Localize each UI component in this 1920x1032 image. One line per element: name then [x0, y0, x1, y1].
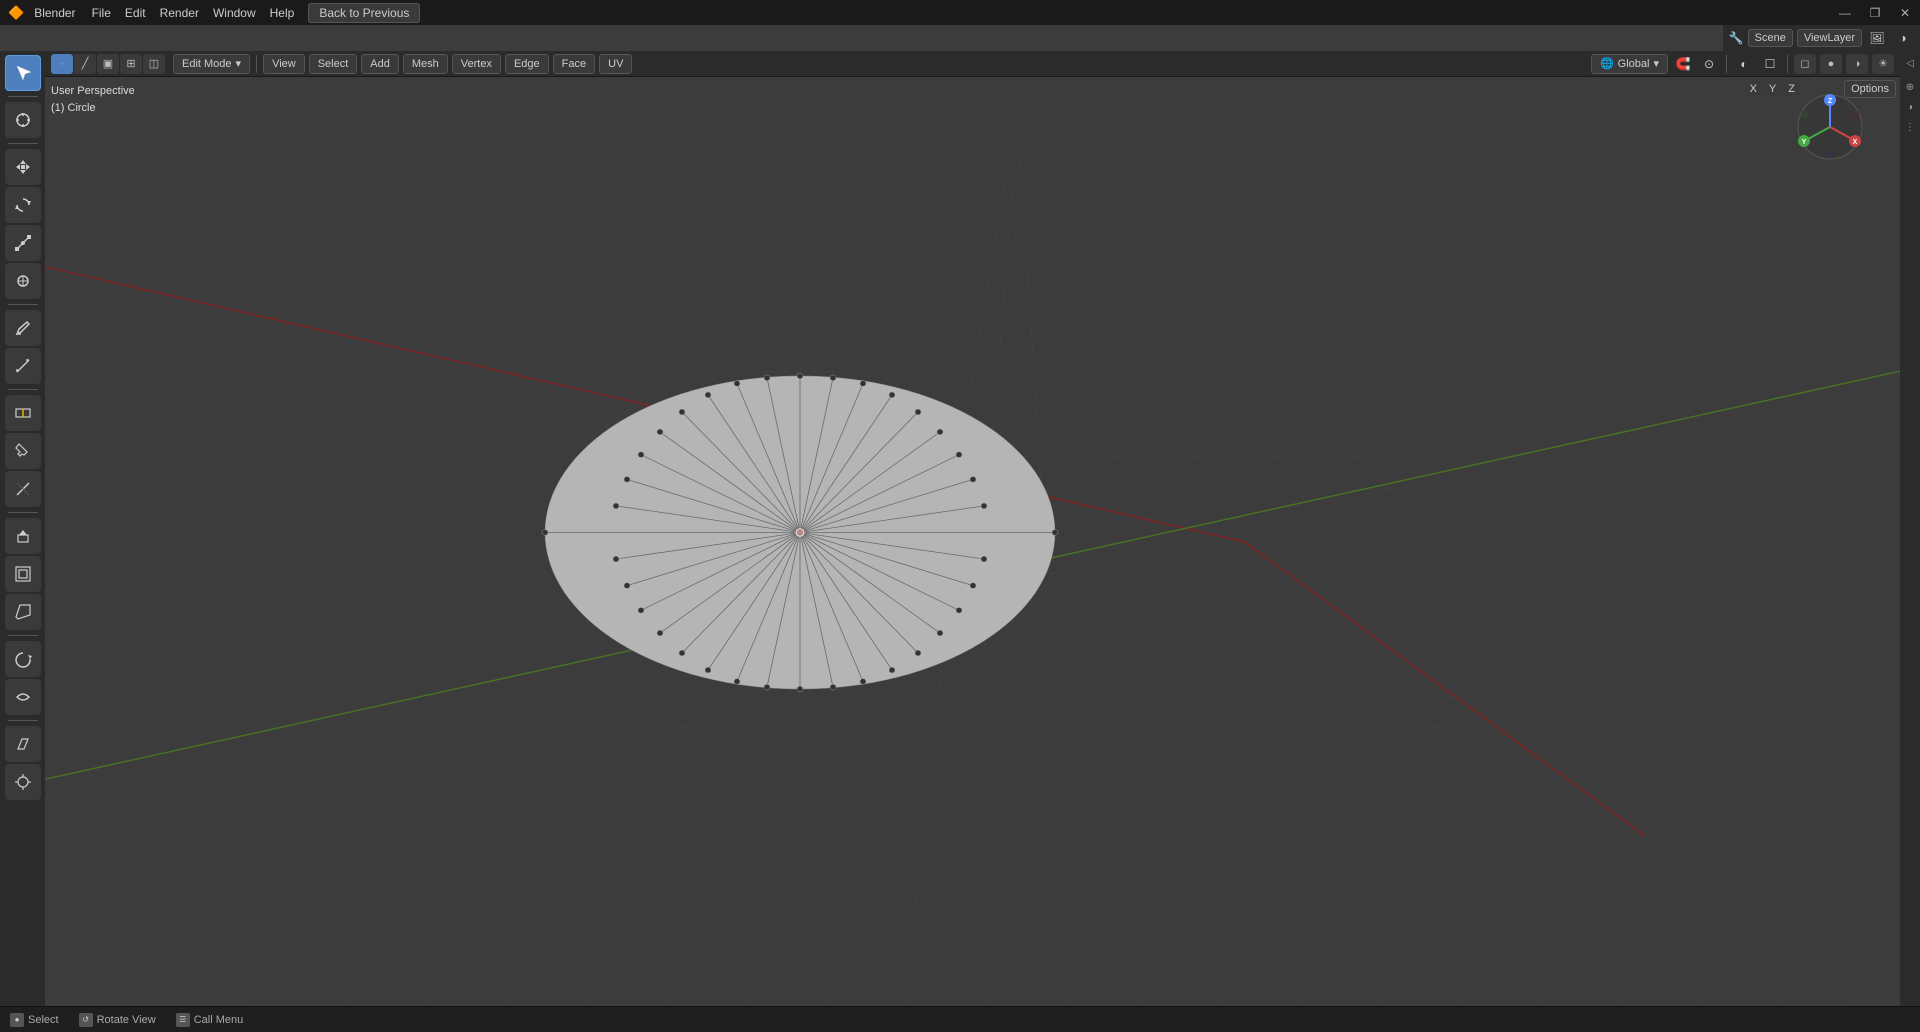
toolbar-left: [0, 51, 45, 1006]
menu-edit[interactable]: Edit: [119, 4, 152, 22]
call-menu-label: Call Menu: [194, 1014, 244, 1026]
topright-bar: 🔧 Scene ViewLayer 🖼 ◑: [1723, 25, 1920, 51]
vertex-menu[interactable]: Vertex: [452, 54, 501, 74]
snap-icon[interactable]: 🧲: [1672, 54, 1694, 74]
mode-icons: · ╱ ▣ ⊞ ◫: [51, 54, 165, 74]
back-to-previous-button[interactable]: Back to Previous: [308, 3, 420, 23]
viewport-header: · ╱ ▣ ⊞ ◫ Edit Mode ▾ View Select Add Me…: [45, 51, 1900, 77]
menu-render[interactable]: Render: [154, 4, 205, 22]
select-label: Select: [28, 1014, 59, 1026]
rotate-label: Rotate View: [97, 1014, 156, 1026]
rp-icon-2[interactable]: ⊕: [1902, 79, 1918, 95]
scale-tool-button[interactable]: [5, 225, 41, 261]
menu-file[interactable]: File: [86, 4, 117, 22]
global-icon: 🌐: [1600, 57, 1614, 70]
transform-orientation[interactable]: 🌐 Global ▾: [1591, 54, 1668, 74]
viewlayer-selector[interactable]: ViewLayer: [1797, 29, 1862, 47]
grid-svg: [45, 77, 1900, 1006]
face-select-mode[interactable]: ▣: [97, 54, 119, 74]
svg-text:X: X: [1853, 139, 1858, 146]
xray-icon[interactable]: ☐: [1759, 54, 1781, 74]
shrink-tool-button[interactable]: [5, 764, 41, 800]
mode-btn5[interactable]: ◫: [143, 54, 165, 74]
menu-help[interactable]: Help: [264, 4, 301, 22]
material-shading[interactable]: ◑: [1846, 54, 1868, 74]
move-tool-button[interactable]: [5, 149, 41, 185]
maximize-button[interactable]: ❐: [1860, 0, 1890, 25]
select-icon: ●: [10, 1013, 24, 1027]
close-button[interactable]: ✕: [1890, 0, 1920, 25]
toolbar-separator-5: [8, 512, 38, 513]
sep2: [1726, 55, 1727, 73]
edit-mode-dropdown[interactable]: Edit Mode ▾: [173, 54, 250, 74]
select-tool-button[interactable]: [5, 55, 41, 91]
edge-menu[interactable]: Edge: [505, 54, 549, 74]
toolbar-separator-4: [8, 389, 38, 390]
transform-tool-button[interactable]: [5, 263, 41, 299]
select-menu[interactable]: Select: [309, 54, 358, 74]
status-select: ● Select: [10, 1013, 59, 1027]
scene-selector[interactable]: Scene: [1748, 29, 1793, 47]
toolbar-separator-7: [8, 720, 38, 721]
minimize-button[interactable]: —: [1830, 0, 1860, 25]
properties-toggle[interactable]: ◁: [1902, 55, 1918, 71]
menu-window[interactable]: Window: [207, 4, 262, 22]
shade-icon-btn[interactable]: ◑: [1892, 28, 1914, 48]
status-bar: ● Select ↺ Rotate View ☰ Call Menu: [0, 1006, 1920, 1032]
rotate-tool-button[interactable]: [5, 187, 41, 223]
menu-icon: ☰: [176, 1013, 190, 1027]
face-menu[interactable]: Face: [553, 54, 595, 74]
y-axis-label[interactable]: Y: [1764, 81, 1781, 97]
rp-icon-3[interactable]: ◑: [1902, 99, 1918, 115]
smooth-tool-button[interactable]: [5, 679, 41, 715]
render-icon-btn[interactable]: 🖼: [1866, 28, 1888, 48]
mode-btn4[interactable]: ⊞: [120, 54, 142, 74]
view-menu[interactable]: View: [263, 54, 305, 74]
edge-select-mode[interactable]: ╱: [74, 54, 96, 74]
dropdown-icon: ▾: [1653, 57, 1659, 70]
rotate-icon: ↺: [79, 1013, 93, 1027]
loop-cut-tool-button[interactable]: [5, 395, 41, 431]
annotate-tool-button[interactable]: [5, 310, 41, 346]
inset-tool-button[interactable]: [5, 556, 41, 592]
proportional-edit-icon[interactable]: ⊙: [1698, 54, 1720, 74]
engine-icon: 🔧: [1729, 31, 1744, 45]
bevel-tool-button[interactable]: [5, 594, 41, 630]
knife-tool-button[interactable]: [5, 433, 41, 469]
vertex-select-mode[interactable]: ·: [51, 54, 73, 74]
shear-tool-button[interactable]: [5, 726, 41, 762]
solid-shading[interactable]: ●: [1820, 54, 1842, 74]
mesh-menu[interactable]: Mesh: [403, 54, 448, 74]
toolbar-separator-2: [8, 143, 38, 144]
sep3: [1787, 55, 1788, 73]
title-bar: 🔶 Blender File Edit Render Window Help B…: [0, 0, 1920, 25]
measure-tool-button[interactable]: [5, 348, 41, 384]
bisect-tool-button[interactable]: [5, 471, 41, 507]
add-menu[interactable]: Add: [361, 54, 399, 74]
canvas-area[interactable]: User Perspective (1) Circle Z X Y Optio: [45, 77, 1900, 1006]
status-rotate: ↺ Rotate View: [79, 1013, 156, 1027]
toolbar-separator-6: [8, 635, 38, 636]
x-axis-label[interactable]: X: [1745, 81, 1762, 97]
blender-logo: 🔶: [8, 5, 24, 21]
uv-menu[interactable]: UV: [599, 54, 632, 74]
right-panel: ◁ ⊕ ◑ ⋮: [1900, 51, 1920, 1006]
svg-text:Z: Z: [1828, 98, 1833, 105]
toolbar-separator-1: [8, 96, 38, 97]
wireframe-shading[interactable]: ◻: [1794, 54, 1816, 74]
toolbar-separator-3: [8, 304, 38, 305]
separator: [256, 55, 257, 73]
title-text: Blender: [34, 6, 75, 20]
svg-text:Y: Y: [1802, 139, 1807, 146]
window-controls: — ❐ ✕: [1830, 0, 1920, 25]
extrude-tool-button[interactable]: [5, 518, 41, 554]
rendered-shading[interactable]: ☀: [1872, 54, 1894, 74]
spin-tool-button[interactable]: [5, 641, 41, 677]
cursor-tool-button[interactable]: [5, 102, 41, 138]
rp-icon-4[interactable]: ⋮: [1902, 119, 1918, 135]
navigation-gizmo[interactable]: Z X Y: [1790, 87, 1870, 167]
overlay-icon[interactable]: ◐: [1733, 54, 1755, 74]
status-call-menu: ☰ Call Menu: [176, 1013, 244, 1027]
chevron-down-icon: ▾: [236, 57, 242, 70]
